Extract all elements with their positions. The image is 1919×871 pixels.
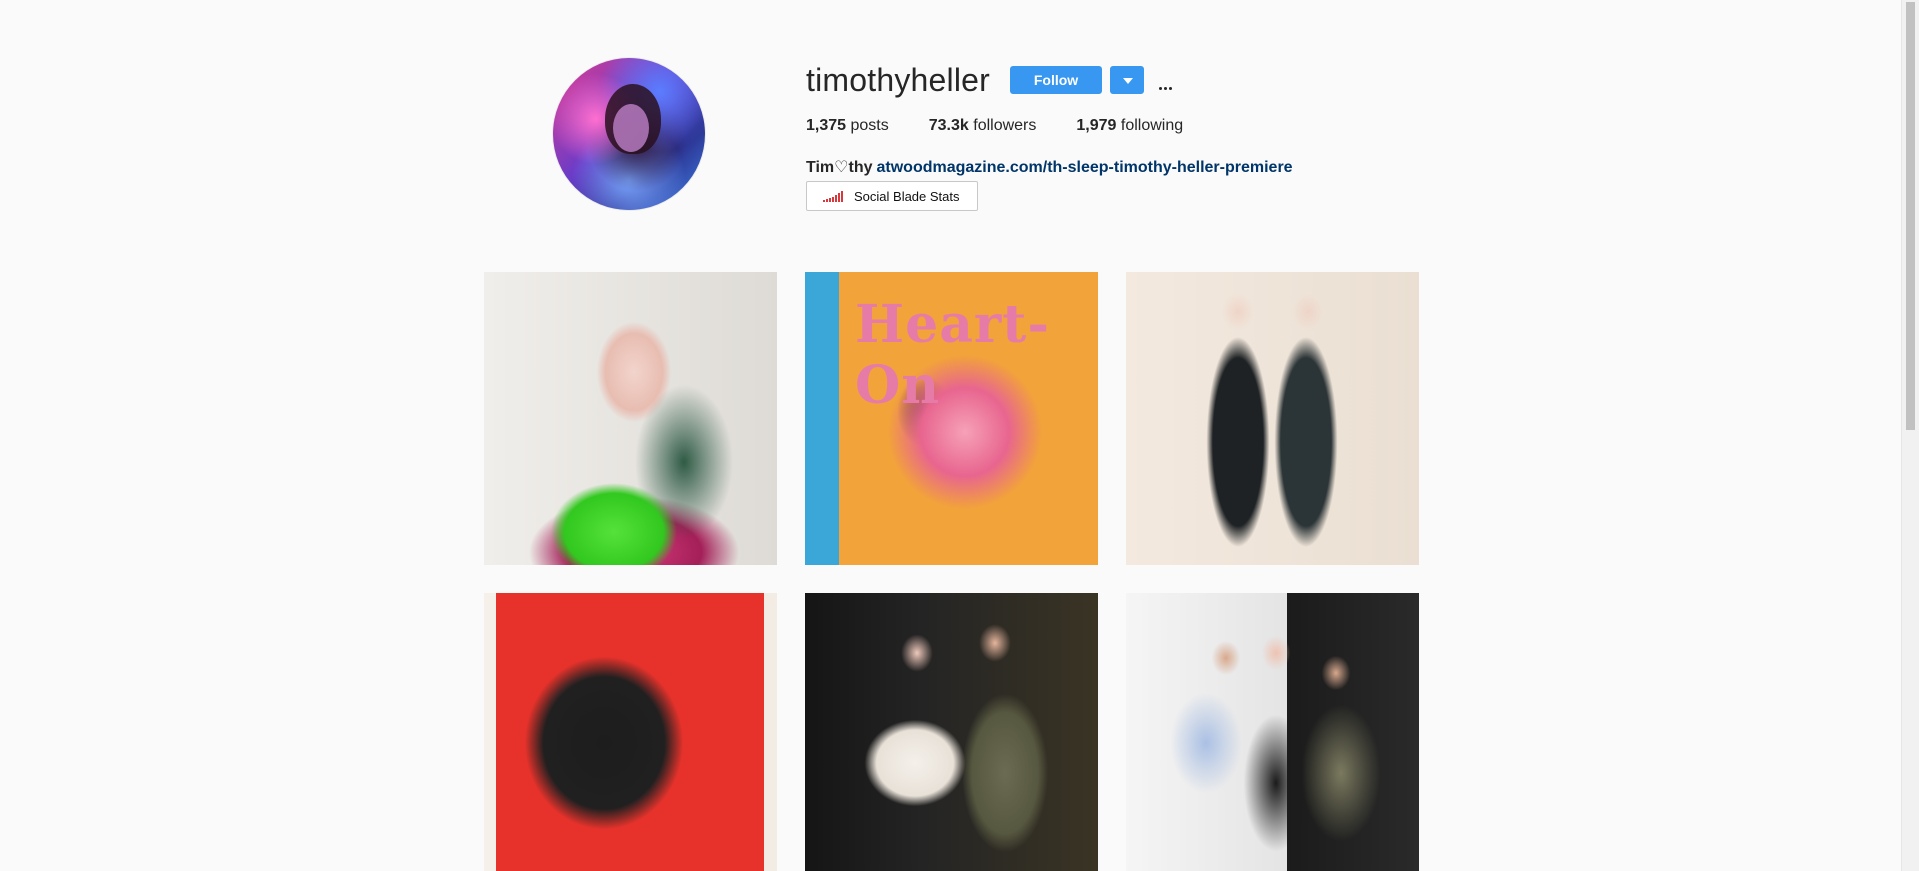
posts-grid: Heart-On	[484, 272, 1420, 871]
suggestions-dropdown-button[interactable]	[1110, 66, 1145, 94]
profile-info: timothyheller Follow 1,375 posts 73.3k f…	[806, 58, 1406, 211]
posts-row	[484, 593, 1420, 871]
following-stat[interactable]: 1,979 following	[1076, 116, 1183, 136]
followers-label: followers	[973, 117, 1037, 134]
posts-row: Heart-On	[484, 272, 1420, 565]
more-options-icon	[1158, 78, 1174, 90]
posts-count: 1,375	[806, 117, 847, 134]
followers-count: 73.3k	[928, 117, 969, 134]
signal-bars-icon	[823, 190, 844, 202]
post-tile[interactable]	[484, 593, 777, 871]
page-scrollbar[interactable]	[1901, 0, 1919, 871]
profile-avatar[interactable]	[553, 58, 705, 210]
post-tile[interactable]	[1126, 593, 1419, 871]
posts-label: posts	[850, 117, 889, 134]
follow-button[interactable]: Follow	[1010, 66, 1103, 94]
post-tile[interactable]	[805, 593, 1098, 871]
post-tile[interactable]	[484, 272, 777, 565]
instagram-profile-page: timothyheller Follow 1,375 posts 73.3k f…	[0, 0, 1919, 871]
profile-stats: 1,375 posts 73.3k followers 1,979 follow…	[806, 116, 1406, 136]
post-tile[interactable]: Heart-On	[805, 272, 1098, 565]
more-options-button[interactable]	[1152, 66, 1180, 94]
profile-bio: Tim♡thy atwoodmagazine.com/th-sleep-timot…	[806, 157, 1406, 179]
following-label: following	[1120, 117, 1184, 134]
chevron-down-icon	[1123, 78, 1134, 84]
avatar-image	[553, 58, 705, 210]
following-count: 1,979	[1076, 117, 1117, 134]
followers-stat[interactable]: 73.3k followers	[929, 116, 1037, 136]
post-artwork-text: Heart-On	[855, 294, 1050, 416]
profile-header: timothyheller Follow 1,375 posts 73.3k f…	[483, 0, 1419, 230]
username: timothyheller	[806, 62, 991, 98]
post-tile[interactable]	[1126, 272, 1419, 565]
bio-link[interactable]: atwoodmagazine.com/th-sleep-timothy-hell…	[877, 159, 1293, 176]
social-blade-label: Social Blade Stats	[854, 188, 960, 204]
social-blade-stats-button[interactable]: Social Blade Stats	[806, 181, 978, 211]
title-row: timothyheller Follow	[806, 58, 1406, 102]
posts-stat: 1,375 posts	[806, 116, 889, 136]
display-name: Tim♡thy	[806, 159, 873, 176]
scrollbar-thumb[interactable]	[1906, 2, 1915, 430]
